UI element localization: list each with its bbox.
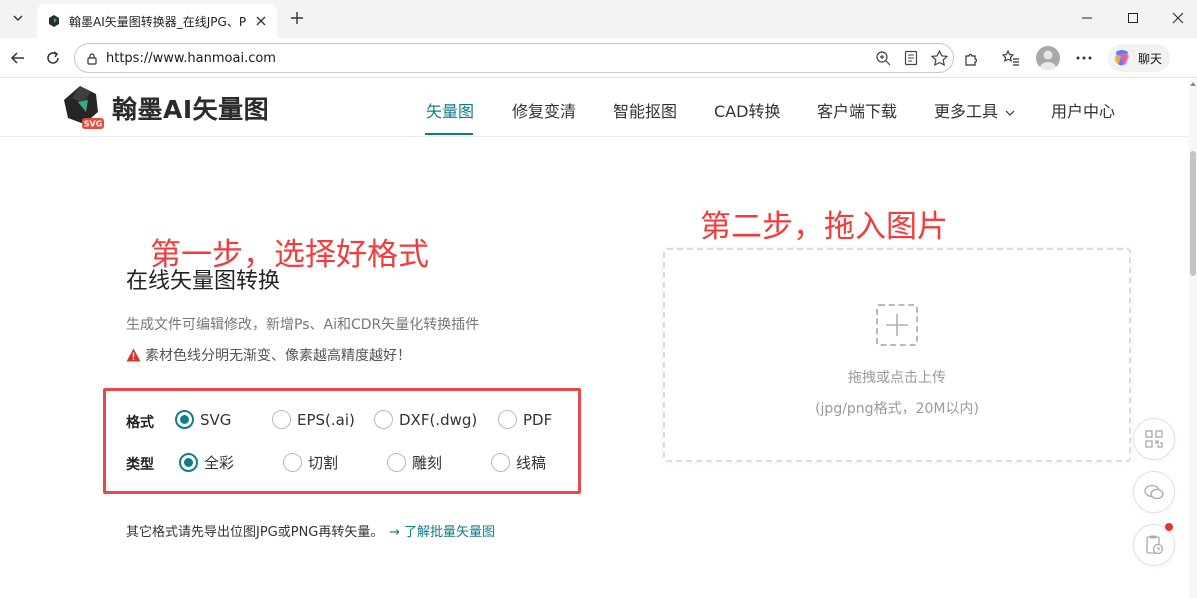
type-label: 类型 xyxy=(126,457,154,473)
scroll-up-icon[interactable] xyxy=(1190,81,1196,87)
upload-dropzone[interactable]: 拖拽或点击上传 (jpg/png格式，20M以内) xyxy=(663,248,1131,462)
format-option-pdf[interactable]: PDF xyxy=(498,410,552,429)
type-option-label: 线稿 xyxy=(516,454,547,472)
qr-code-icon xyxy=(1145,430,1163,448)
format-label: 格式 xyxy=(126,415,154,431)
upload-secondary-text: (jpg/png格式，20M以内) xyxy=(815,401,979,417)
radio-checked-icon[interactable] xyxy=(175,410,194,429)
radio-unchecked-icon[interactable] xyxy=(283,453,302,472)
more-options-icon[interactable] xyxy=(1071,46,1097,70)
upload-plus-icon[interactable] xyxy=(876,304,918,346)
format-option-dxf[interactable]: DXF(.dwg) xyxy=(374,410,477,429)
new-tab-plus-icon[interactable] xyxy=(286,7,308,29)
format-option-label: SVG xyxy=(200,410,232,429)
warning-icon xyxy=(126,348,141,362)
type-option-engrave[interactable]: 雕刻 xyxy=(387,452,442,473)
format-option-svg[interactable]: SVG xyxy=(175,410,231,429)
tab-title: 翰墨AI矢量图转换器_在线JPG、PNG xyxy=(69,14,247,29)
type-option-cut[interactable]: 切割 xyxy=(283,452,338,473)
browser-tab-bar: 翰墨AI矢量图转换器_在线JPG、PNG xyxy=(0,0,1197,38)
qr-code-button[interactable] xyxy=(1133,418,1175,460)
logo-mark-icon: SVG xyxy=(64,86,104,129)
maximize-icon[interactable] xyxy=(1113,4,1153,32)
window-close-icon[interactable] xyxy=(1158,4,1197,32)
upload-primary-text: 拖拽或点击上传 xyxy=(848,370,946,386)
nav-more-tools-label: 更多工具 xyxy=(934,102,999,121)
chevron-down-icon xyxy=(1005,110,1015,116)
site-favicon-icon xyxy=(49,15,59,27)
favorites-list-icon[interactable] xyxy=(998,46,1024,70)
warning-tip: 素材色线分明无渐变、像素越高精度越好！ xyxy=(126,345,411,365)
radio-unchecked-icon[interactable] xyxy=(491,453,510,472)
annotation-step-two: 第二步，拖入图片 xyxy=(700,209,948,245)
page-subtitle: 生成文件可编辑修改，新增Ps、Ai和CDR矢量化转换插件 xyxy=(126,317,480,333)
url-text[interactable]: https://www.hanmoai.com xyxy=(106,51,869,66)
nav-vector[interactable]: 矢量图 xyxy=(426,98,474,122)
clipboard-clock-icon xyxy=(1146,535,1164,555)
reading-view-icon[interactable] xyxy=(897,46,925,70)
reload-icon[interactable] xyxy=(40,46,66,70)
warning-text: 素材色线分明无渐变、像素越高精度越好！ xyxy=(145,348,411,364)
tab-actions-chevron-icon[interactable] xyxy=(5,6,31,30)
radio-unchecked-icon[interactable] xyxy=(498,410,517,429)
batch-vector-link[interactable]: → 了解批量矢量图 xyxy=(389,521,495,540)
browser-toolbar: https://www.hanmoai.com 聊天 xyxy=(0,38,1197,78)
wechat-button[interactable] xyxy=(1133,471,1175,513)
nav-active-indicator xyxy=(425,133,473,135)
type-option-label: 切割 xyxy=(308,454,339,472)
page-scrollbar[interactable] xyxy=(1189,79,1197,598)
copilot-chat-button[interactable]: 聊天 xyxy=(1108,44,1171,72)
type-option-label: 全彩 xyxy=(204,454,235,472)
scrollbar-thumb[interactable] xyxy=(1190,151,1196,276)
browser-tab[interactable]: 翰墨AI矢量图转换器_在线JPG、PNG xyxy=(37,4,277,38)
format-option-label: PDF xyxy=(523,410,553,429)
nav-more-tools[interactable]: 更多工具 xyxy=(934,98,1015,122)
profile-avatar[interactable] xyxy=(1036,46,1060,70)
nav-cad[interactable]: CAD转换 xyxy=(714,98,780,122)
extensions-puzzle-icon[interactable] xyxy=(958,46,984,70)
logo-text: 翰墨AI矢量图 xyxy=(112,95,270,124)
page-title: 在线矢量图转换 xyxy=(126,269,281,294)
logo-badge: SVG xyxy=(84,120,103,129)
format-note: 其它格式请先导出位图JPG或PNG再转矢量。 xyxy=(126,525,384,540)
type-option-full-color[interactable]: 全彩 xyxy=(179,452,234,473)
copilot-label: 聊天 xyxy=(1138,51,1163,66)
radio-unchecked-icon[interactable] xyxy=(272,410,291,429)
type-option-line-art[interactable]: 线稿 xyxy=(491,452,546,473)
back-arrow-icon[interactable] xyxy=(5,46,31,70)
tab-close-icon[interactable] xyxy=(253,13,269,29)
address-bar[interactable]: https://www.hanmoai.com xyxy=(74,43,954,73)
nav-client-download[interactable]: 客户端下载 xyxy=(817,98,897,122)
minimize-icon[interactable] xyxy=(1067,4,1107,32)
favorite-star-icon[interactable] xyxy=(925,46,953,70)
options-highlight-box xyxy=(103,388,581,494)
copilot-icon xyxy=(1115,50,1129,66)
site-info-icon[interactable] xyxy=(85,51,99,65)
site-logo[interactable]: SVG 翰墨AI矢量图 xyxy=(60,84,269,132)
radio-unchecked-icon[interactable] xyxy=(374,410,393,429)
nav-cutout[interactable]: 智能抠图 xyxy=(613,98,677,122)
format-option-label: EPS(.ai) xyxy=(297,410,355,429)
format-option-eps[interactable]: EPS(.ai) xyxy=(272,410,355,429)
nav-user-center[interactable]: 用户中心 xyxy=(1051,98,1115,122)
format-option-label: DXF(.dwg) xyxy=(399,410,478,429)
site-header: SVG 翰墨AI矢量图 矢量图 修复变清 智能抠图 CAD转换 客户端下载 更多… xyxy=(0,79,1189,137)
zoom-icon[interactable] xyxy=(869,46,897,70)
radio-checked-icon[interactable] xyxy=(179,453,198,472)
wechat-icon xyxy=(1144,484,1164,500)
notification-dot xyxy=(1165,523,1173,531)
radio-unchecked-icon[interactable] xyxy=(387,453,406,472)
nav-repair[interactable]: 修复变清 xyxy=(512,98,576,122)
type-option-label: 雕刻 xyxy=(412,454,443,472)
